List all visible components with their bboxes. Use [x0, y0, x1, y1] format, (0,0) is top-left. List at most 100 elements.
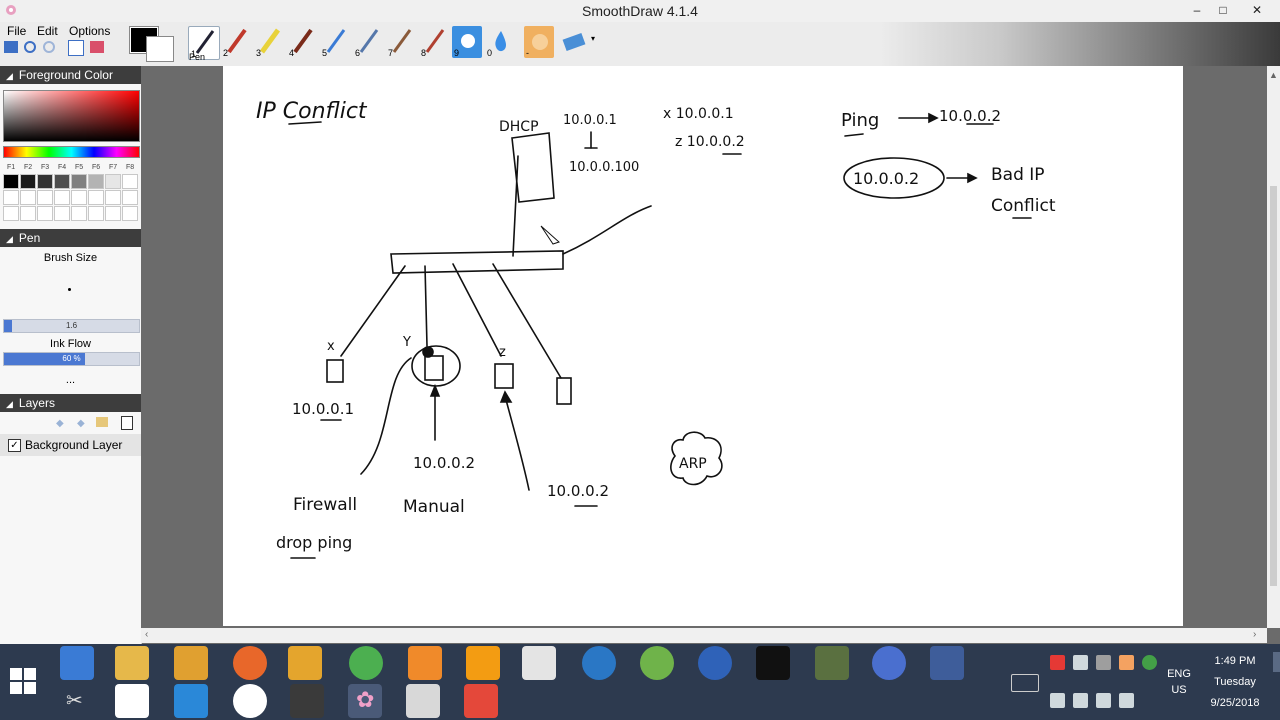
tool-crayon[interactable]: 7	[386, 26, 416, 58]
new-layer-icon[interactable]	[68, 40, 84, 56]
menu-file[interactable]: File	[4, 24, 29, 38]
color-swatch[interactable]	[54, 206, 70, 221]
chrome-icon[interactable]	[349, 646, 383, 680]
wireshark-icon[interactable]	[174, 684, 208, 718]
show-desktop-button[interactable]	[1273, 652, 1280, 672]
color-swatch[interactable]	[3, 174, 19, 189]
notes-app-icon[interactable]	[288, 646, 322, 680]
color-swatch[interactable]	[122, 190, 138, 205]
color-swatch[interactable]	[20, 174, 36, 189]
minimize-button[interactable]: –	[1183, 0, 1211, 20]
tool-water[interactable]: 0	[485, 26, 515, 58]
color-swatch[interactable]	[88, 190, 104, 205]
scroll-up-icon[interactable]: ▲	[1269, 70, 1278, 80]
color-swatch[interactable]	[20, 206, 36, 221]
layer-properties-icon[interactable]	[121, 416, 133, 430]
tray-s-icon[interactable]	[1050, 655, 1065, 670]
recorder-app-icon[interactable]	[290, 684, 324, 718]
sublime-s-icon[interactable]	[464, 684, 498, 718]
color-swatch[interactable]	[71, 174, 87, 189]
network-signal-icon[interactable]	[1096, 693, 1111, 708]
background-color-swatch[interactable]	[146, 36, 174, 62]
location-app-icon[interactable]	[233, 684, 267, 718]
tray-home-icon[interactable]	[1119, 655, 1134, 670]
pen-more-options[interactable]: ...	[0, 374, 141, 386]
color-swatch[interactable]	[105, 206, 121, 221]
color-swatch[interactable]	[54, 190, 70, 205]
webcam-icon[interactable]	[582, 646, 616, 680]
layer-up-icon[interactable]: ◆	[56, 418, 64, 429]
drawing-canvas[interactable]: IP Conflict DHCP 10.0.0.1 10.0.0.100 x 1…	[223, 66, 1183, 626]
scroll-right-icon[interactable]: ›	[1253, 629, 1256, 640]
tool-chalk[interactable]: 8	[419, 26, 449, 58]
color-swatch[interactable]	[3, 190, 19, 205]
power-app-icon[interactable]	[174, 646, 208, 680]
color-swatch[interactable]	[71, 206, 87, 221]
scroll-left-icon[interactable]: ‹	[145, 629, 148, 640]
color-swatch[interactable]	[88, 206, 104, 221]
user-app-icon[interactable]	[406, 684, 440, 718]
color-swatch[interactable]	[122, 174, 138, 189]
color-swatch[interactable]	[54, 174, 70, 189]
window-app-icon[interactable]	[115, 684, 149, 718]
color-swatch[interactable]	[105, 174, 121, 189]
tool-star[interactable]: 9	[452, 26, 482, 58]
snipping-tool-icon[interactable]: ✂	[58, 684, 92, 718]
redo-icon[interactable]	[43, 41, 55, 53]
network-tool-icon[interactable]	[815, 646, 849, 680]
lock-app-icon[interactable]	[640, 646, 674, 680]
command-prompt-icon[interactable]	[756, 646, 790, 680]
foreground-color-panel-header[interactable]: ◢ Foreground Color	[0, 66, 141, 84]
remote-desktop-icon[interactable]	[930, 646, 964, 680]
windows-start-icon[interactable]	[10, 668, 36, 694]
layer-row-background[interactable]: ✓ Background Layer	[0, 434, 141, 456]
tool-brush[interactable]: 5	[320, 26, 350, 58]
maximize-button[interactable]: □	[1209, 0, 1237, 20]
color-swatch[interactable]	[122, 206, 138, 221]
tray-tool-icon[interactable]	[1073, 655, 1088, 670]
menu-edit[interactable]: Edit	[34, 24, 61, 38]
vertical-scroll-thumb[interactable]	[1270, 186, 1277, 586]
bittorrent-icon[interactable]	[408, 646, 442, 680]
touch-keyboard-icon[interactable]	[1011, 674, 1039, 692]
action-flag-icon[interactable]	[1119, 693, 1134, 708]
settings-globe-icon[interactable]	[872, 646, 906, 680]
firefox-icon[interactable]	[233, 646, 267, 680]
add-layer-icon[interactable]	[96, 417, 108, 427]
color-swatch[interactable]	[3, 206, 19, 221]
color-swatch[interactable]	[37, 174, 53, 189]
tool-airbrush[interactable]: 6	[353, 26, 383, 58]
close-button[interactable]: ✕	[1243, 0, 1271, 20]
color-swatch[interactable]	[71, 190, 87, 205]
tool-eraser[interactable]	[558, 26, 588, 58]
color-swatch[interactable]	[105, 190, 121, 205]
tool-smudge[interactable]: -	[524, 26, 554, 58]
color-swatch[interactable]	[37, 190, 53, 205]
volume-icon[interactable]	[1073, 693, 1088, 708]
layers-panel-header[interactable]: ◢ Layers	[0, 394, 141, 412]
horizontal-scrollbar[interactable]: ‹ ›	[141, 628, 1267, 643]
clear-icon[interactable]	[90, 41, 104, 53]
network-app-icon[interactable]	[60, 646, 94, 680]
save-icon[interactable]	[4, 41, 18, 53]
clock-day[interactable]: Tuesday	[1200, 676, 1270, 688]
clock-time[interactable]: 1:49 PM	[1200, 655, 1270, 667]
smoothdraw-taskbar-icon[interactable]: ✿	[348, 684, 382, 718]
vmware-icon[interactable]	[698, 646, 732, 680]
ink-flow-slider[interactable]: 60 %	[3, 352, 140, 366]
tool-marker[interactable]: 4	[287, 26, 317, 58]
color-swatch[interactable]	[20, 190, 36, 205]
hue-slider[interactable]	[3, 146, 140, 158]
undo-icon[interactable]	[24, 41, 36, 53]
tray-device-icon[interactable]	[1050, 693, 1065, 708]
file-explorer-icon[interactable]	[115, 646, 149, 680]
tray-usb-icon[interactable]	[1096, 655, 1111, 670]
menu-options[interactable]: Options	[66, 24, 113, 38]
tool-highlighter[interactable]: 3	[254, 26, 284, 58]
layer-down-icon[interactable]: ◆	[77, 418, 85, 429]
vlc-icon[interactable]	[466, 646, 500, 680]
color-swatch[interactable]	[37, 206, 53, 221]
clock-date[interactable]: 9/25/2018	[1200, 697, 1270, 709]
color-picker-gradient[interactable]	[3, 90, 140, 142]
tools-dropdown-icon[interactable]: ▾	[591, 34, 595, 43]
